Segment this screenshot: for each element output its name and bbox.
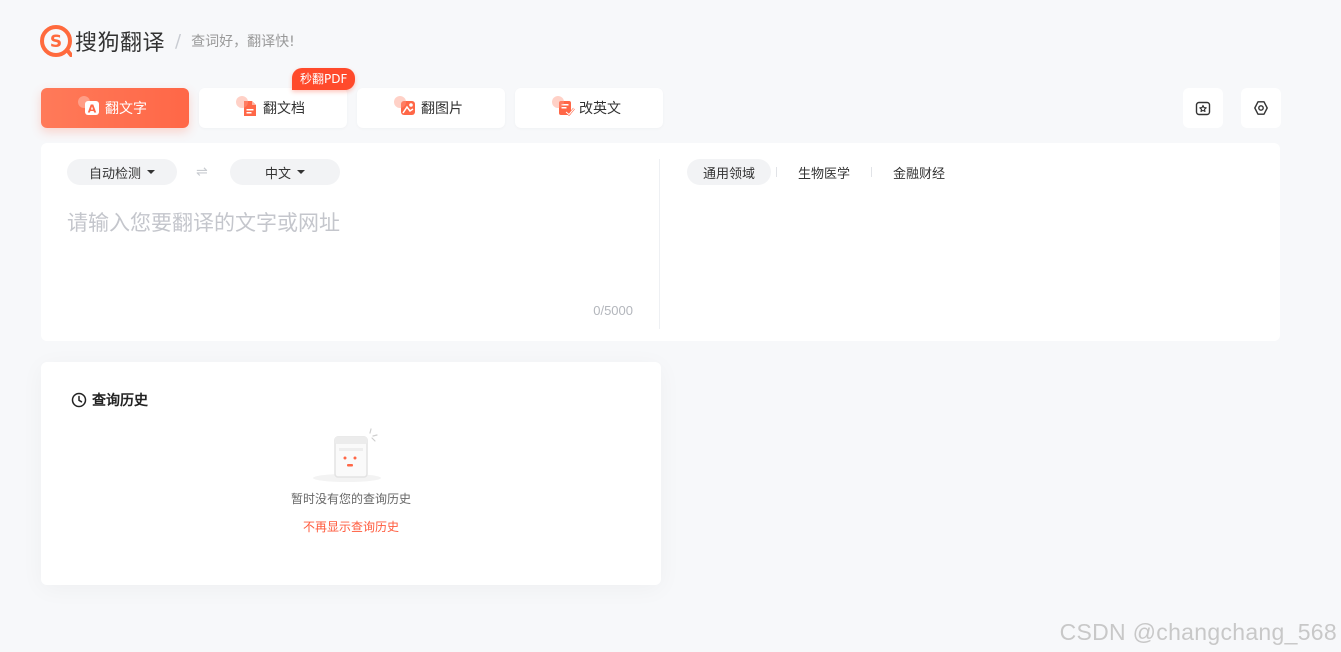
domain-finance[interactable]: 金融财经 [877, 159, 961, 185]
watermark: CSDN @changchang_568 [1059, 619, 1337, 645]
empty-history-text: 暂时没有您的查询历史 [290, 492, 411, 506]
favorites-icon [1195, 101, 1211, 116]
source-text-input[interactable] [67, 207, 637, 297]
history-title: 查询历史 [92, 393, 148, 409]
settings-icon [1254, 101, 1268, 115]
tab-label: 翻图片 [421, 101, 463, 117]
clock-icon [71, 392, 87, 408]
source-language-select[interactable]: 自动检测 [67, 159, 177, 185]
text-translate-icon: A [78, 96, 101, 117]
tab-translate-image[interactable]: 翻图片 [357, 88, 505, 128]
domain-separator [776, 167, 778, 177]
logo[interactable]: S 搜狗翻译 [40, 25, 165, 57]
history-panel: 查询历史 暂时没有您的查询历史 不再显示查询历史 [41, 362, 661, 585]
document-icon [236, 96, 259, 117]
mode-tabs: A 翻文字 翻文档 翻图片 改英文 [41, 88, 663, 128]
hide-history-link[interactable]: 不再显示查询历史 [41, 518, 661, 535]
settings-button[interactable] [1241, 88, 1281, 128]
char-counter: 0/5000 [593, 303, 633, 318]
target-language-select[interactable]: 中文 [230, 159, 340, 185]
tab-edit-english[interactable]: 改英文 [515, 88, 663, 128]
edit-check-icon [552, 96, 575, 117]
source-language-label: 自动检测 [88, 166, 141, 182]
tab-translate-text[interactable]: A 翻文字 [41, 88, 189, 128]
tab-label: 翻文档 [263, 101, 305, 117]
svg-text:S: S [50, 32, 62, 52]
domain-separator [871, 167, 873, 177]
domain-biomedical[interactable]: 生物医学 [782, 159, 866, 185]
pane-divider [659, 159, 660, 329]
target-language-label: 中文 [264, 166, 291, 182]
empty-history-illustration [313, 428, 381, 482]
image-icon [394, 96, 417, 117]
source-pane: 自动检测 ⇌ 中文 0/5000 [41, 143, 659, 341]
slogan: 查词好，翻译快! [191, 34, 295, 50]
caret-down-icon [147, 170, 155, 174]
header-divider: / [175, 30, 182, 52]
logo-text: 搜狗翻译 [75, 31, 166, 56]
domain-general[interactable]: 通用领域 [687, 159, 772, 185]
sogou-logo-icon: S [40, 25, 72, 57]
tab-label: 翻文字 [105, 101, 147, 117]
header: S 搜狗翻译 / 查词好，翻译快! [40, 24, 295, 58]
history-header: 查询历史 [71, 390, 148, 410]
tab-label: 改英文 [579, 101, 621, 117]
pdf-promo-badge[interactable]: 秒翻PDF [292, 68, 356, 90]
caret-down-icon [297, 170, 305, 174]
swap-icon[interactable]: ⇌ [196, 164, 208, 180]
translator-panel: 自动检测 ⇌ 中文 0/5000 通用领域 生物医学 金融财经 [41, 143, 1280, 341]
favorites-button[interactable] [1183, 88, 1223, 128]
domain-selector: 通用领域 生物医学 金融财经 [687, 159, 961, 185]
tab-translate-document[interactable]: 翻文档 [199, 88, 347, 128]
